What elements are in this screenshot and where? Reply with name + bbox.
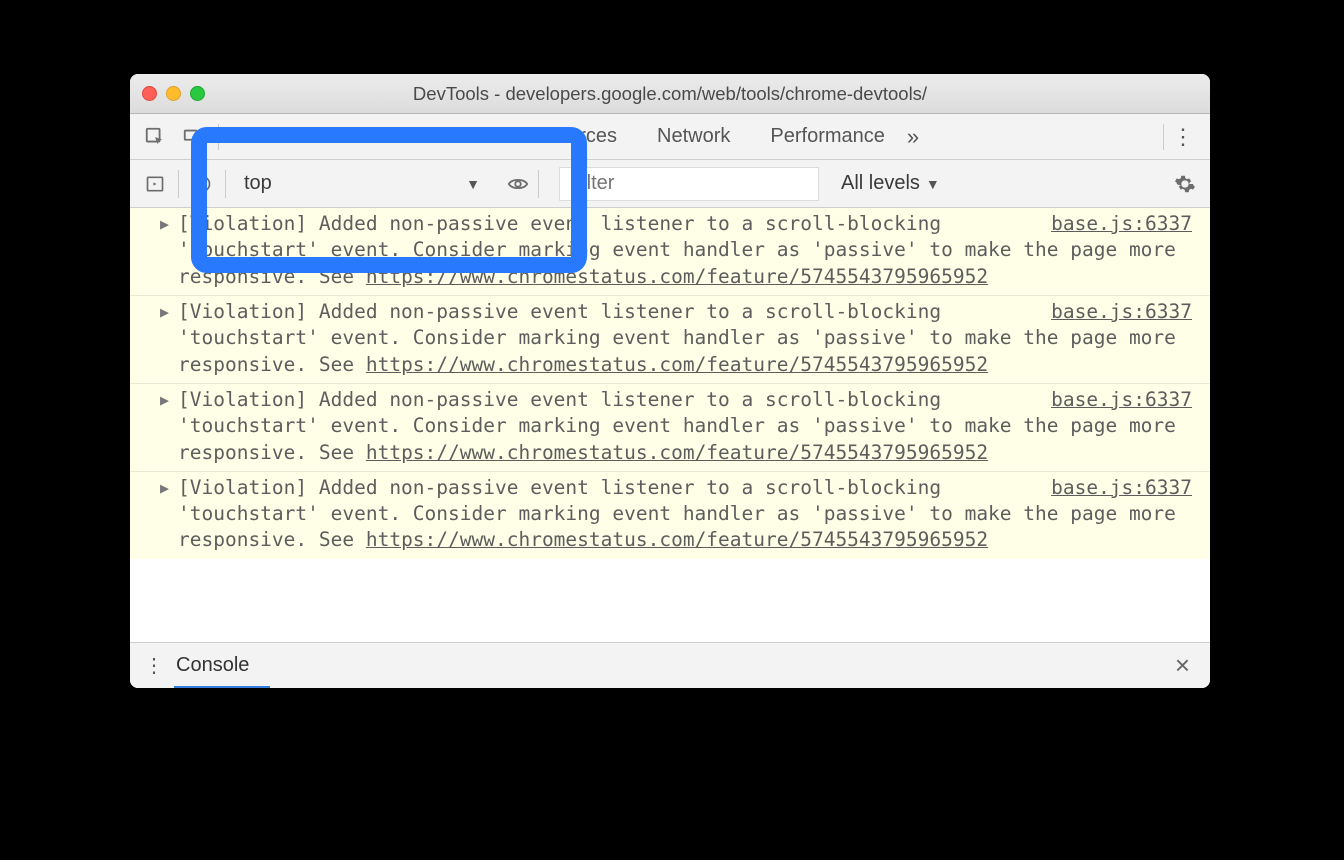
- message-link[interactable]: https://www.chromestatus.com/feature/574…: [366, 528, 988, 551]
- inspect-element-icon[interactable]: [138, 120, 172, 154]
- context-label: top: [244, 172, 272, 195]
- titlebar: DevTools - developers.google.com/web/too…: [130, 74, 1210, 114]
- more-options-icon[interactable]: ⋮: [1172, 124, 1194, 150]
- message-source-link[interactable]: base.js:6337: [1051, 299, 1192, 325]
- divider: [538, 170, 539, 198]
- clear-console-icon[interactable]: [185, 167, 219, 201]
- chevron-down-icon: ▼: [466, 176, 480, 192]
- message-source-link[interactable]: base.js:6337: [1051, 387, 1192, 413]
- drawer: ⋮ Console ×: [130, 642, 1210, 688]
- divider: [218, 124, 219, 150]
- message-link[interactable]: https://www.chromestatus.com/feature/574…: [366, 353, 988, 376]
- chevron-down-icon: ▼: [926, 176, 940, 192]
- drawer-tab-console[interactable]: Console: [176, 654, 249, 677]
- expand-arrow-icon[interactable]: ▶: [160, 478, 169, 498]
- device-toolbar-icon[interactable]: [176, 120, 210, 154]
- message-source-link[interactable]: base.js:6337: [1051, 475, 1192, 501]
- minimize-window-button[interactable]: [166, 86, 181, 101]
- expand-arrow-icon[interactable]: ▶: [160, 214, 169, 234]
- console-settings-icon[interactable]: [1168, 167, 1202, 201]
- console-messages[interactable]: ▶base.js:6337[Violation] Added non-passi…: [130, 208, 1210, 642]
- close-window-button[interactable]: [142, 86, 157, 101]
- maximize-window-button[interactable]: [190, 86, 205, 101]
- tab-performance[interactable]: Performance: [752, 114, 903, 159]
- message-link[interactable]: https://www.chromestatus.com/feature/574…: [366, 265, 988, 288]
- console-message[interactable]: ▶base.js:6337[Violation] Added non-passi…: [130, 208, 1210, 296]
- expand-arrow-icon[interactable]: ▶: [160, 302, 169, 322]
- divider: [225, 170, 226, 198]
- window-title: DevTools - developers.google.com/web/too…: [130, 83, 1210, 105]
- console-message[interactable]: ▶base.js:6337[Violation] Added non-passi…: [130, 384, 1210, 472]
- expand-arrow-icon[interactable]: ▶: [160, 390, 169, 410]
- live-expression-icon[interactable]: [504, 173, 532, 195]
- log-levels-label: All levels: [841, 172, 920, 195]
- tab-network[interactable]: Network: [639, 114, 748, 159]
- divider: [1163, 124, 1164, 150]
- tabs-overflow-button[interactable]: »: [907, 124, 919, 150]
- divider: [178, 170, 179, 198]
- traffic-lights: [142, 86, 205, 101]
- close-drawer-icon[interactable]: ×: [1175, 650, 1200, 681]
- console-message[interactable]: ▶base.js:6337[Violation] Added non-passi…: [130, 296, 1210, 384]
- console-toolbar: top ▼ All levels ▼: [130, 160, 1210, 208]
- filter-input[interactable]: [559, 167, 819, 201]
- toggle-sidebar-icon[interactable]: [138, 167, 172, 201]
- message-link[interactable]: https://www.chromestatus.com/feature/574…: [366, 441, 988, 464]
- drawer-more-icon[interactable]: ⋮: [140, 653, 168, 678]
- tab-sources[interactable]: ources: [227, 114, 635, 159]
- context-dropdown[interactable]: top ▼: [232, 168, 492, 200]
- message-source-link[interactable]: base.js:6337: [1051, 211, 1192, 237]
- console-message[interactable]: ▶base.js:6337[Violation] Added non-passi…: [130, 472, 1210, 559]
- devtools-window: DevTools - developers.google.com/web/too…: [130, 74, 1210, 688]
- log-levels-dropdown[interactable]: All levels ▼: [841, 172, 940, 195]
- panel-tabs: ources Network Performance » ⋮: [130, 114, 1210, 160]
